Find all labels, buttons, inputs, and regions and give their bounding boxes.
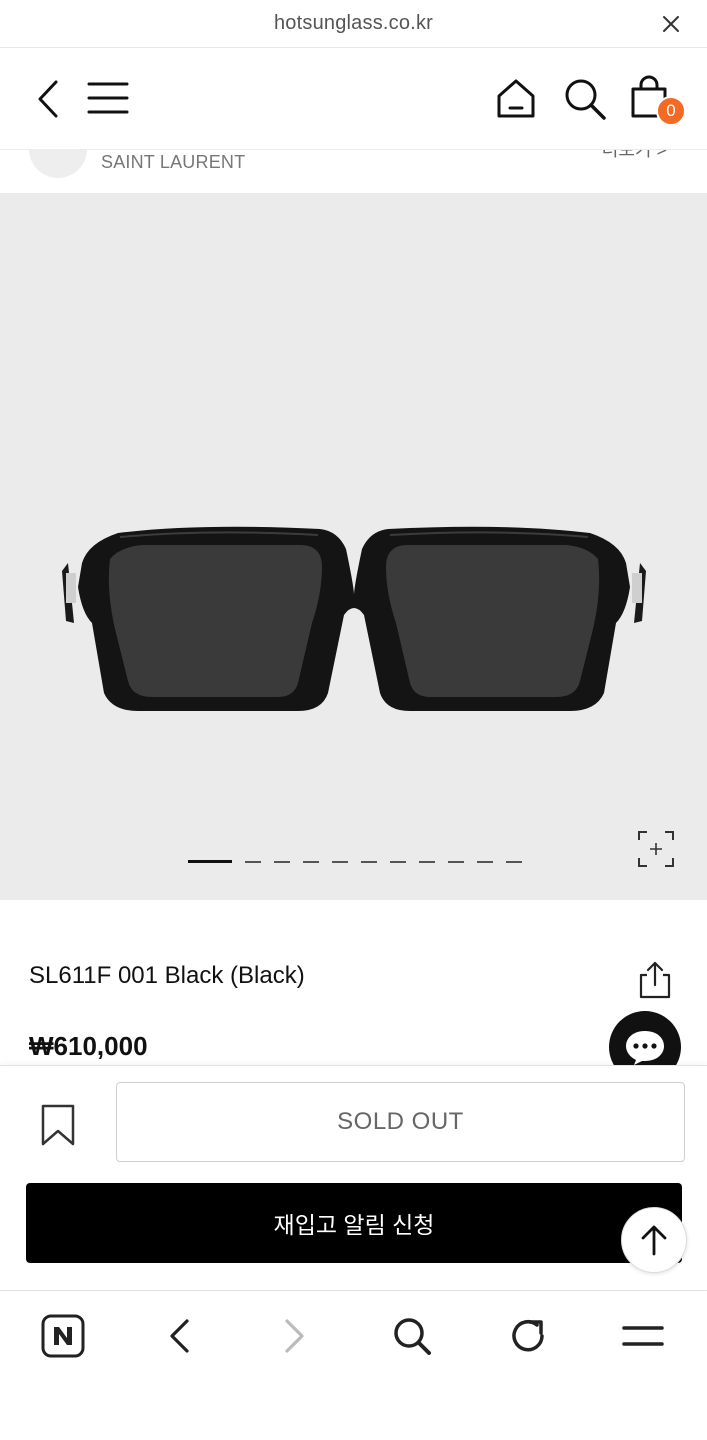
hamburger-menu-icon — [87, 82, 129, 114]
zoom-expand-icon[interactable] — [638, 831, 674, 867]
product-name: SL611F 001 Black (Black) — [29, 962, 305, 989]
gallery-dot-9[interactable] — [448, 860, 464, 863]
nav-back-button[interactable] — [156, 1313, 202, 1359]
menu-button[interactable] — [86, 80, 130, 116]
home-icon — [497, 79, 535, 118]
gallery-dot-10[interactable] — [477, 860, 493, 863]
cart-button[interactable]: 0 — [628, 74, 686, 126]
gallery-dot-6[interactable] — [361, 860, 377, 863]
nav-menu-button[interactable] — [620, 1313, 666, 1359]
gallery-dot-11[interactable] — [506, 860, 522, 863]
brand-strip[interactable]: SAINT LAURENT 더보기 > — [0, 150, 707, 193]
nav-forward-icon — [285, 1319, 304, 1353]
nav-menu-icon — [622, 1326, 664, 1346]
gallery-dot-3[interactable] — [274, 860, 290, 863]
url-text[interactable]: hotsunglass.co.kr — [274, 12, 433, 35]
gallery-dot-5[interactable] — [332, 860, 348, 863]
reload-icon — [512, 1319, 544, 1352]
nav-search-button[interactable] — [389, 1313, 435, 1359]
gallery-dot-8[interactable] — [419, 860, 435, 863]
home-button[interactable] — [494, 76, 538, 120]
browser-url-bar[interactable]: hotsunglass.co.kr — [0, 0, 707, 48]
gallery-dot-2[interactable] — [245, 860, 261, 863]
product-image-gallery[interactable] — [0, 193, 707, 900]
naver-n-icon — [41, 1314, 85, 1358]
gallery-dot-1[interactable] — [188, 860, 232, 863]
purchase-bar: SOLD OUT 재입고 알림 신청 — [0, 1065, 707, 1290]
gallery-pagination[interactable] — [188, 860, 522, 863]
chat-bubble-icon — [626, 1031, 664, 1065]
brand-name[interactable]: SAINT LAURENT — [101, 152, 245, 173]
cart-count-badge: 0 — [656, 96, 686, 126]
close-icon[interactable] — [661, 14, 681, 34]
nav-back-icon — [170, 1319, 189, 1353]
product-price: ₩610,000 — [29, 1031, 148, 1061]
product-image-sunglasses — [62, 526, 646, 711]
browser-bottom-nav — [0, 1290, 707, 1440]
bookmark-icon[interactable] — [40, 1104, 76, 1146]
search-button[interactable] — [562, 76, 608, 122]
brand-more-link[interactable]: 더보기 > — [602, 150, 667, 162]
share-icon[interactable] — [639, 961, 671, 999]
brand-logo[interactable] — [29, 150, 87, 178]
back-chevron-icon — [38, 80, 58, 118]
reload-button[interactable] — [505, 1313, 551, 1359]
gallery-dot-7[interactable] — [390, 860, 406, 863]
back-button[interactable] — [30, 78, 64, 120]
sold-out-button[interactable]: SOLD OUT — [116, 1082, 685, 1162]
gallery-dot-4[interactable] — [303, 860, 319, 863]
search-icon — [565, 79, 606, 120]
arrow-up-icon — [641, 1225, 667, 1256]
scroll-top-button[interactable] — [621, 1207, 687, 1273]
nav-forward-button[interactable] — [272, 1313, 318, 1359]
site-header: 0 — [0, 48, 707, 150]
naver-home-button[interactable] — [40, 1313, 86, 1359]
nav-search-icon — [394, 1318, 431, 1355]
restock-notify-button[interactable]: 재입고 알림 신청 — [26, 1183, 682, 1263]
